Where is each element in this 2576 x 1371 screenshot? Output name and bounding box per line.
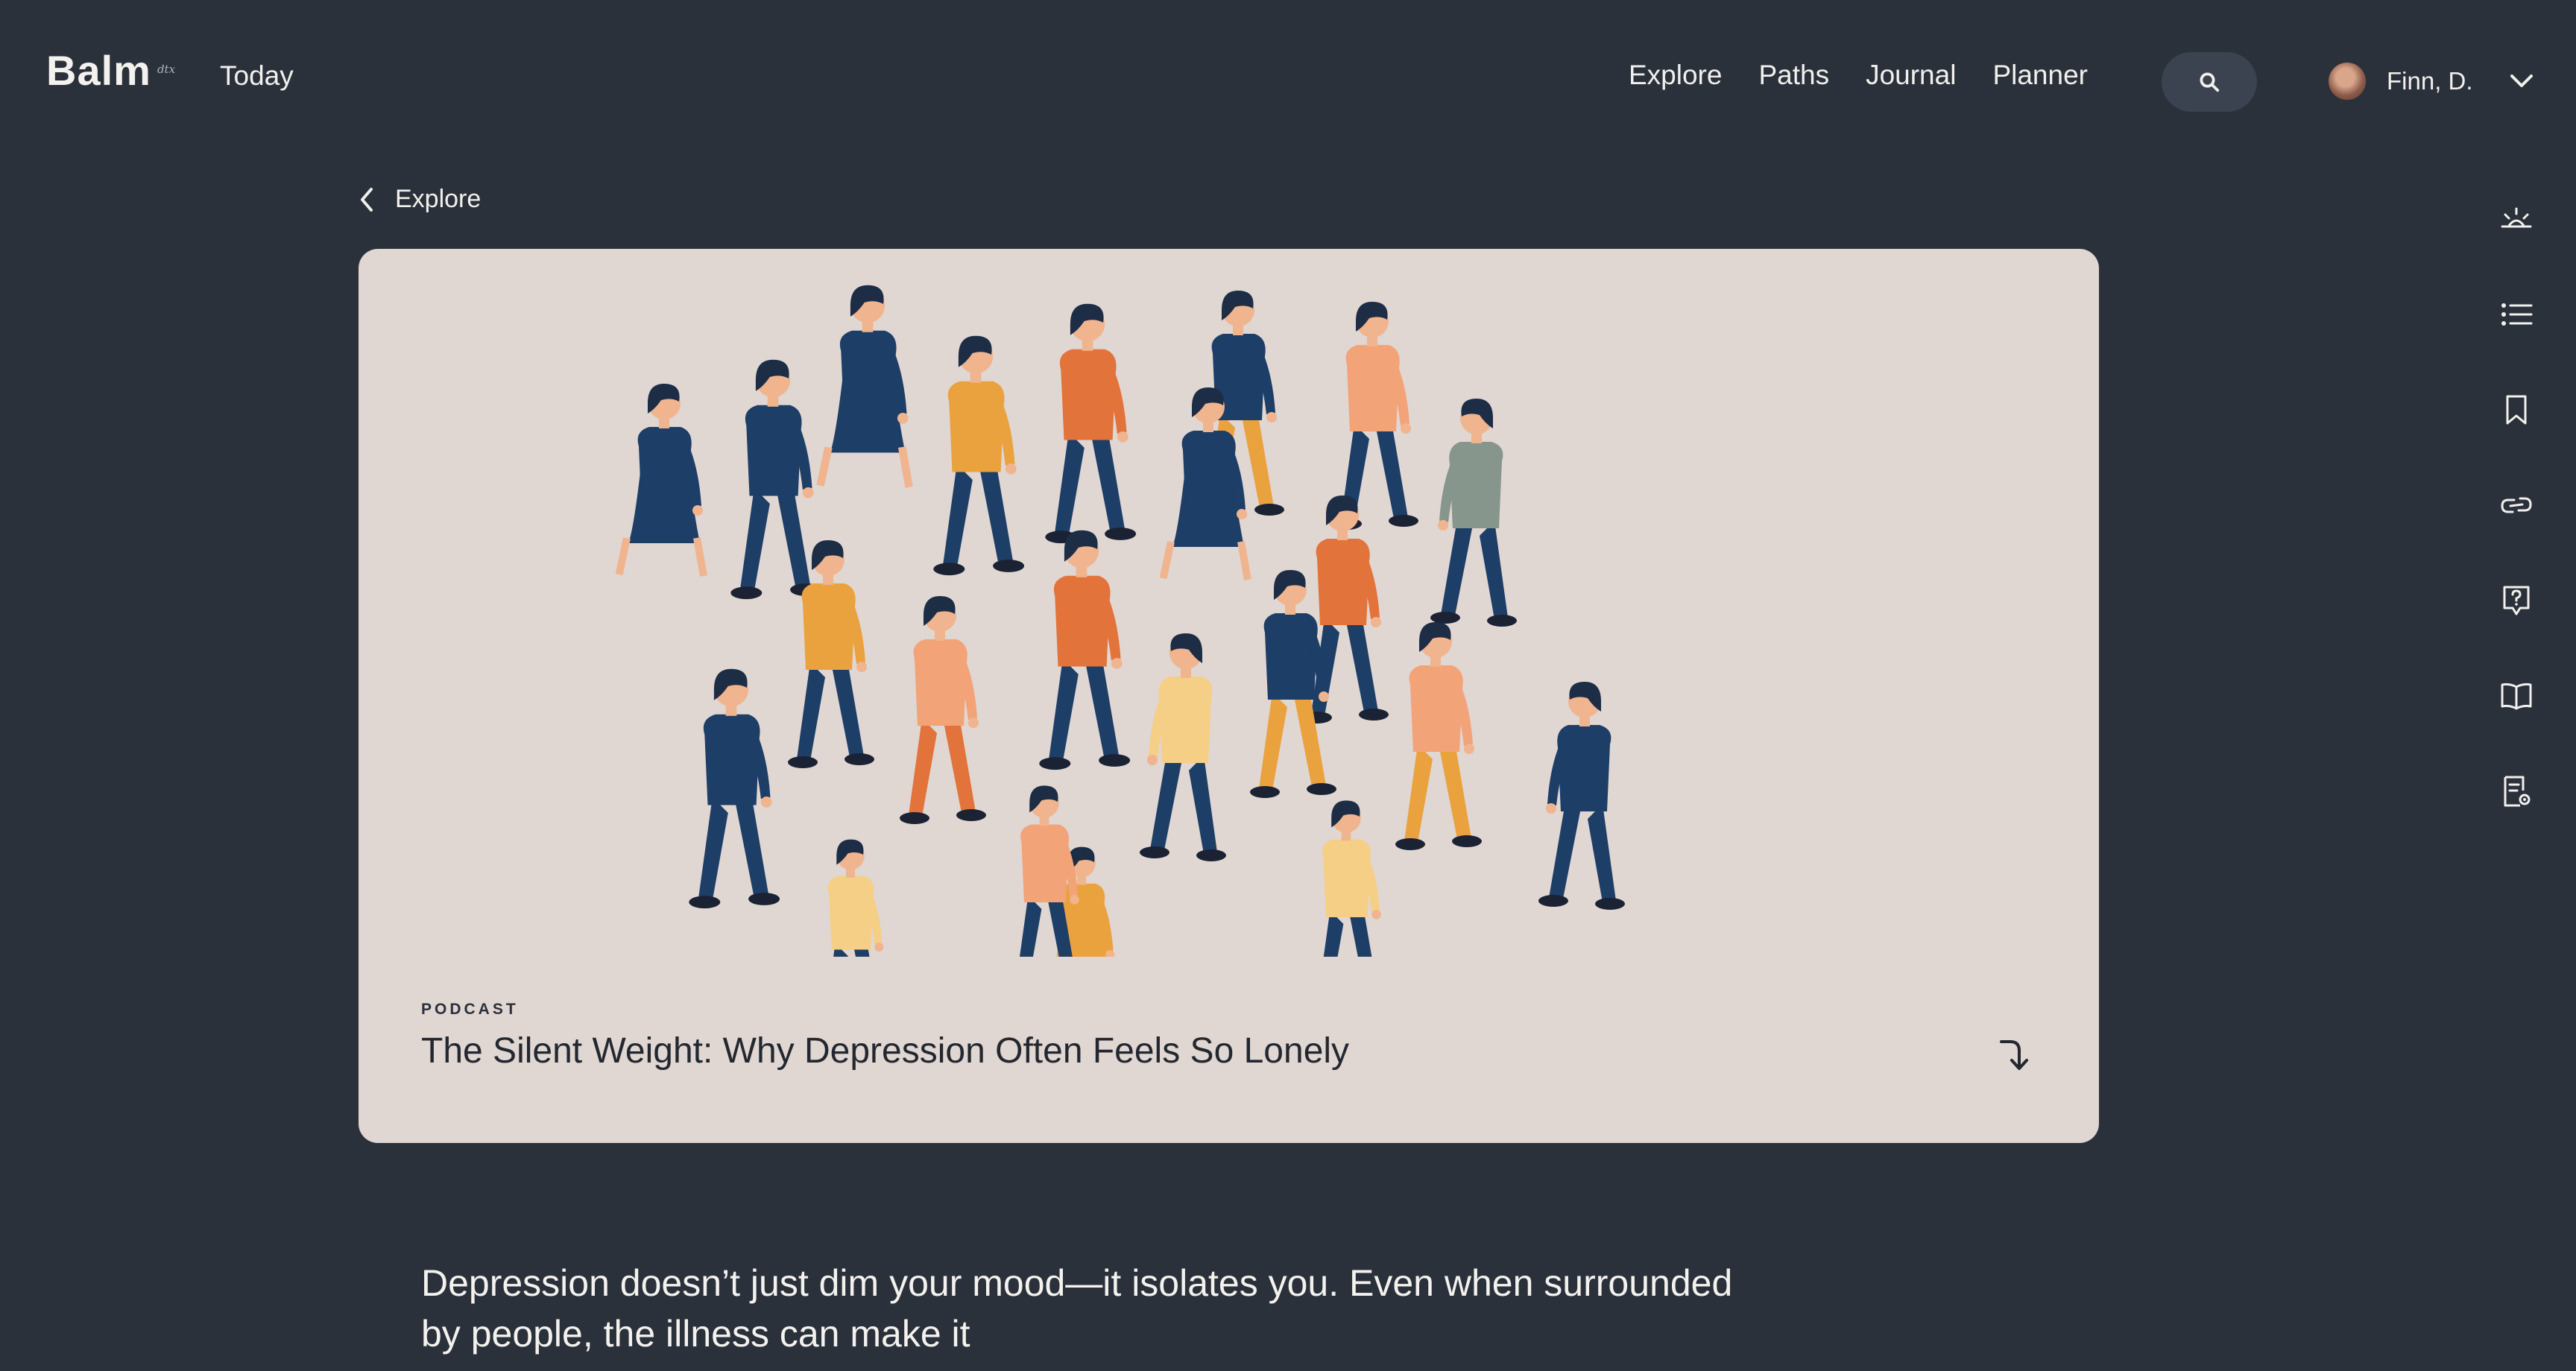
link-icon[interactable] [2494,457,2539,553]
nav-explore[interactable]: Explore [1629,60,1722,91]
person-figure [1395,622,1482,850]
card-title[interactable]: The Silent Weight: Why Depression Often … [421,1030,1349,1071]
person-figure [1538,682,1625,910]
balm-logo[interactable]: Balm dtx [46,46,175,95]
user-name: Finn, D. [2387,67,2473,95]
user-menu[interactable]: Finn, D. [2329,63,2534,100]
chevron-left-icon [361,187,373,212]
curved-arrow-icon[interactable] [1997,1037,2033,1073]
logo-wordmark: Balm [46,47,151,94]
person-figure [1322,800,1381,957]
crowd-illustration [615,285,1625,957]
person-figure [827,839,884,957]
main-nav: Explore Paths Journal Planner [1629,60,2124,91]
person-figure [689,668,780,909]
person-figure [900,596,986,824]
list-icon[interactable] [2494,267,2539,362]
nav-journal[interactable]: Journal [1866,60,1956,91]
search-button[interactable] [2162,52,2257,112]
breadcrumb-label: Explore [395,185,482,213]
person-figure [1332,302,1418,530]
article-lead: Depression doesn’t just dim your mood—it… [421,1262,1733,1355]
breadcrumb[interactable]: Explore [359,185,481,214]
podcast-card[interactable]: PODCAST The Silent Weight: Why Depressio… [359,249,2099,1143]
person-figure [730,359,822,600]
person-figure [1039,530,1131,770]
top-navigation: Balm dtx Today Explore Paths Journal Pla… [0,0,2576,156]
person-figure [816,285,913,488]
person-figure [1302,495,1389,724]
nav-planner[interactable]: Planner [1992,60,2088,91]
help-icon[interactable] [2494,553,2539,648]
person-figure [615,384,707,577]
person-figure [1430,399,1517,627]
person-figure [1045,303,1137,544]
sunrise-icon[interactable] [2494,171,2539,267]
search-icon [2200,72,2220,92]
nav-paths[interactable]: Paths [1758,60,1829,91]
avatar [2329,63,2366,100]
logo-superscript: dtx [157,63,176,76]
bookmark-icon[interactable] [2494,362,2539,457]
today-link[interactable]: Today [220,60,294,92]
content-type-label: PODCAST [421,1001,519,1018]
book-icon[interactable] [2494,648,2539,744]
document-settings-icon[interactable] [2494,744,2539,839]
chevron-down-icon[interactable] [2509,73,2534,89]
person-figure [933,335,1025,576]
right-tool-rail [2494,171,2539,839]
person-figure [1140,633,1226,861]
